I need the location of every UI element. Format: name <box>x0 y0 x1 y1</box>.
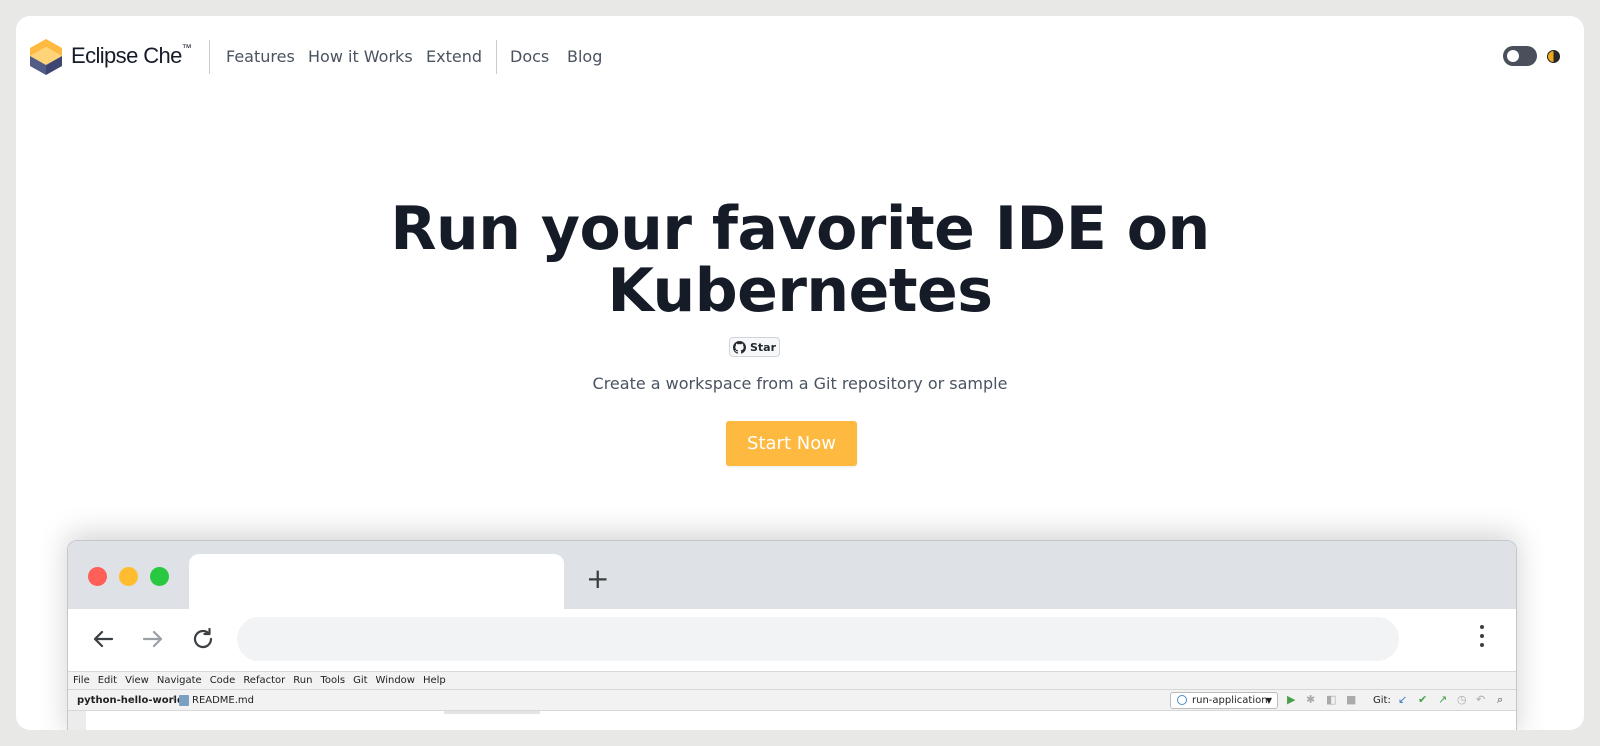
breadcrumb-separator: › <box>172 693 176 704</box>
ide-editor-area <box>68 711 1516 730</box>
start-now-button[interactable]: Start Now <box>726 421 857 466</box>
brand-name[interactable]: Eclipse Che™ <box>71 43 192 69</box>
reload-icon <box>193 627 213 649</box>
ide-menu-navigate: Navigate <box>156 675 202 686</box>
git-commit-icon: ✔ <box>1418 693 1428 706</box>
dark-mode-toggle[interactable] <box>1503 46 1537 66</box>
hero-title-line1: Run your favorite IDE on <box>390 194 1210 264</box>
ide-menu-file: File <box>73 675 90 686</box>
browser-mockup: + File Edit View Navigate Code Refactor … <box>67 540 1517 730</box>
back-arrow-icon <box>93 630 114 648</box>
forward-arrow-icon <box>142 630 163 648</box>
ide-menu-help: Help <box>422 675 446 686</box>
git-push-icon: ↗ <box>1438 693 1448 706</box>
browser-tab-bar: + <box>68 541 1516 610</box>
github-icon <box>732 340 746 354</box>
stop-icon: ■ <box>1346 693 1357 706</box>
close-window-dot <box>88 567 107 586</box>
breadcrumb-project: python-hello-world <box>77 695 185 706</box>
browser-toolbar <box>68 609 1516 671</box>
ide-menu-refactor: Refactor <box>243 675 286 686</box>
github-star-button[interactable]: Star <box>729 337 780 357</box>
nav-divider <box>209 40 210 74</box>
git-history-icon: ◷ <box>1457 693 1467 706</box>
maximize-window-dot <box>150 567 169 586</box>
nav-link-docs[interactable]: Docs <box>510 47 549 66</box>
run-config-label: run-application <box>1192 695 1268 706</box>
star-label: Star <box>749 340 777 354</box>
editor-gutter <box>68 711 86 730</box>
ide-menu-git: Git <box>353 675 368 686</box>
nav-link-blog[interactable]: Blog <box>567 47 602 66</box>
address-bar <box>237 617 1399 661</box>
breadcrumb-file: README.md <box>192 695 255 706</box>
ide-menu-view: View <box>125 675 149 686</box>
ide-menu-code: Code <box>209 675 236 686</box>
hero-title: Run your favorite IDE on Kubernetes <box>16 198 1584 322</box>
nav-link-how-it-works[interactable]: How it Works <box>308 47 413 66</box>
run-config-select: run-application ▼ <box>1170 692 1278 709</box>
coverage-icon: ◧ <box>1326 693 1337 706</box>
markdown-file-icon <box>179 695 189 706</box>
ide-menu-window: Window <box>375 675 415 686</box>
browser-tab <box>189 554 564 610</box>
eclipse-che-logo[interactable] <box>28 38 64 76</box>
debug-icon: ✱ <box>1306 693 1316 706</box>
git-label: Git: <box>1373 695 1391 706</box>
git-update-icon: ↙ <box>1398 693 1408 706</box>
run-icon: ▶ <box>1287 693 1296 706</box>
chevron-down-icon: ▼ <box>1265 696 1272 705</box>
top-navigation: Eclipse Che™ Features How it Works Exten… <box>16 16 1584 96</box>
nav-divider <box>496 40 497 74</box>
nav-link-features[interactable]: Features <box>226 47 295 66</box>
hero-title-line2: Kubernetes <box>607 256 993 326</box>
new-tab-plus-icon: + <box>586 562 610 595</box>
run-config-icon <box>1177 695 1187 705</box>
ide-menu-run: Run <box>293 675 313 686</box>
ide-menu-bar: File Edit View Navigate Code Refactor Ru… <box>68 671 1516 689</box>
git-rollback-icon: ↶ <box>1476 693 1486 706</box>
page-frame: Eclipse Che™ Features How it Works Exten… <box>16 16 1584 730</box>
search-icon: ⌕ <box>1497 693 1504 706</box>
ide-navigation-bar: python-hello-world › README.md run-appli… <box>68 689 1516 711</box>
minimize-window-dot <box>119 567 138 586</box>
ide-menu-tools: Tools <box>320 675 346 686</box>
hero-subtitle: Create a workspace from a Git repository… <box>592 374 1008 393</box>
theme-icon[interactable] <box>1547 50 1560 63</box>
nav-link-extend[interactable]: Extend <box>426 47 482 66</box>
more-menu-icon <box>1478 625 1486 653</box>
editor-tab-indicator <box>444 711 540 714</box>
ide-menu-edit: Edit <box>97 675 118 686</box>
